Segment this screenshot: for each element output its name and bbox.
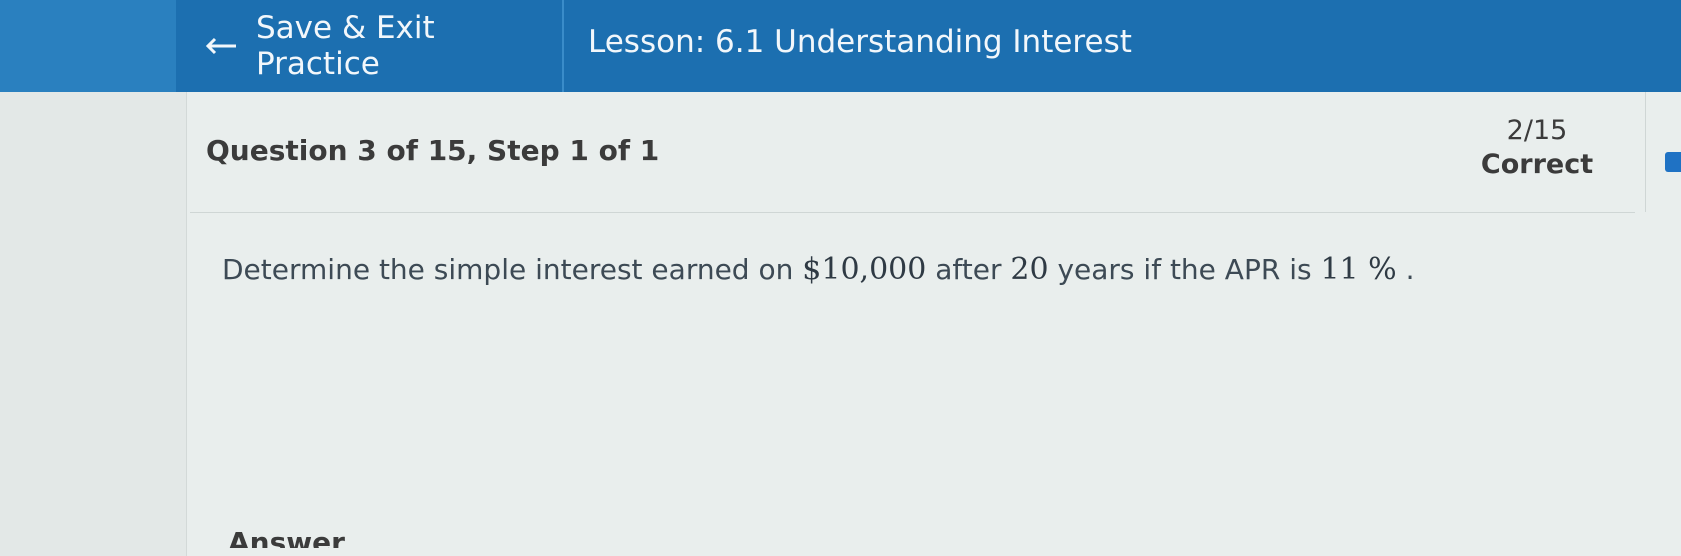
- principal-amount: $10,000: [802, 252, 927, 287]
- question-text-part: .: [1396, 253, 1415, 286]
- answer-label: Answer: [228, 526, 345, 548]
- header-divider: [190, 212, 1635, 213]
- years-value: 20: [1010, 252, 1049, 287]
- question-text-part: years if the APR is: [1048, 253, 1321, 286]
- save-exit-practice-button[interactable]: Save & Exit Practice: [176, 0, 564, 92]
- question-text-part: after: [926, 253, 1011, 286]
- score-count: 2/15: [1506, 115, 1568, 146]
- score-label: Correct: [1480, 149, 1594, 180]
- question-text: Determine the simple interest earned on …: [222, 252, 1415, 287]
- rate-value: 11 %: [1320, 252, 1397, 287]
- score-box: 2/15 Correct: [1462, 114, 1612, 182]
- lesson-title: Lesson: 6.1 Understanding Interest: [588, 24, 1132, 60]
- top-bar-left-band: [0, 0, 176, 92]
- top-bar: Save & Exit Practice Lesson: 6.1 Underst…: [0, 0, 1681, 92]
- score-divider: [1645, 92, 1646, 212]
- left-gutter: [0, 92, 187, 556]
- question-step-header: Question 3 of 15, Step 1 of 1: [206, 134, 660, 167]
- question-text-part: Determine the simple interest earned on: [222, 253, 803, 286]
- save-exit-label: Save & Exit Practice: [256, 10, 435, 82]
- side-panel-tab[interactable]: [1665, 152, 1681, 172]
- question-panel: Question 3 of 15, Step 1 of 1 2/15 Corre…: [0, 92, 1681, 556]
- left-arrow-icon: [204, 36, 238, 56]
